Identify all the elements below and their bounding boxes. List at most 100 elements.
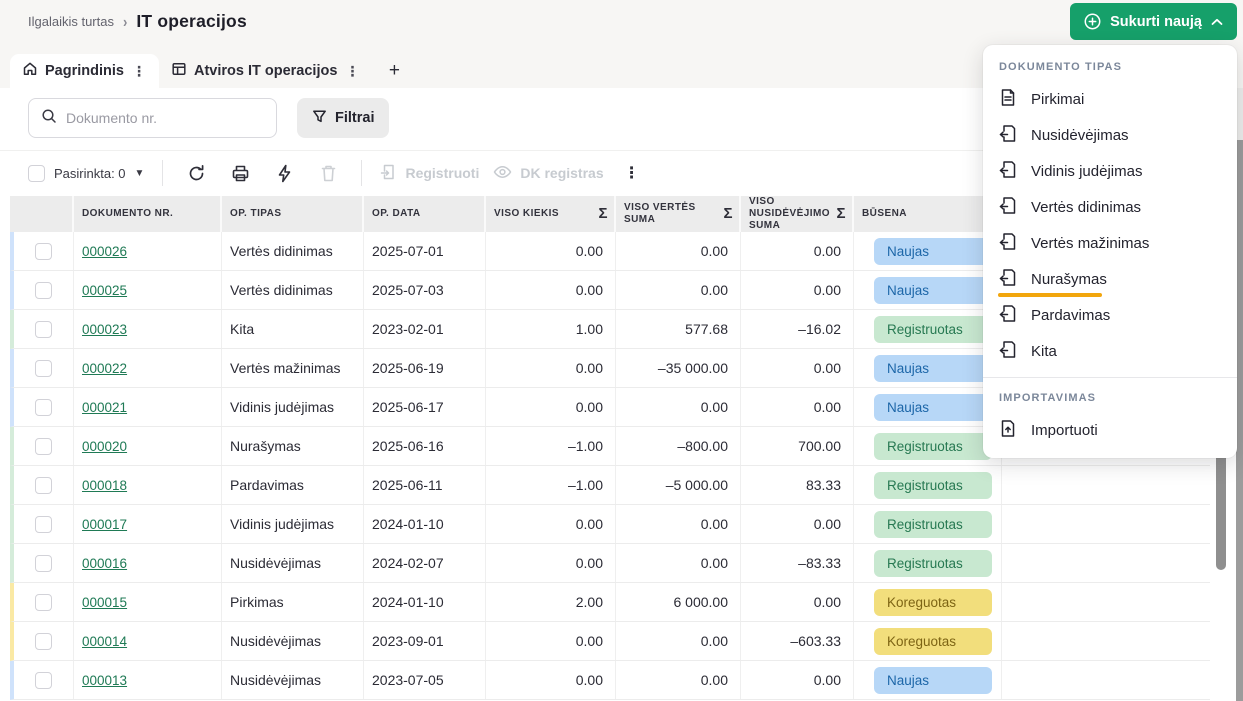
zap-button[interactable] — [269, 158, 299, 188]
tab-pagrindinis[interactable]: Pagrindinis ⋮ — [10, 54, 159, 88]
document-number-link[interactable]: 000022 — [82, 361, 127, 376]
document-sign-icon — [999, 232, 1017, 255]
selected-count-label: Pasirinkta: 0 — [54, 166, 126, 181]
document-number-link[interactable]: 000018 — [82, 478, 127, 493]
chevron-down-icon: ▼ — [135, 168, 145, 179]
op-type-cell: Vertės didinimas — [222, 232, 364, 270]
row-checkbox[interactable] — [35, 282, 52, 299]
document-number-link[interactable]: 000021 — [82, 400, 127, 415]
menu-item-nurašymas[interactable]: Nurašymas — [983, 261, 1237, 297]
op-type-cell: Vertės didinimas — [222, 271, 364, 309]
register-button[interactable]: Registruoti — [380, 163, 479, 184]
row-checkbox[interactable] — [35, 438, 52, 455]
tab-menu-icon[interactable]: ⋮ — [131, 63, 147, 80]
row-checkbox[interactable] — [35, 633, 52, 650]
divider — [162, 160, 163, 186]
tab-atviros-it-operacijos[interactable]: Atviros IT operacijos ⋮ — [159, 54, 372, 88]
table-row[interactable]: 000017 Vidinis judėjimas 2024-01-10 0.00… — [10, 505, 1210, 544]
column-header-number[interactable]: Dokumento nr. — [74, 196, 222, 232]
op-type-cell: Nusidėvėjimas — [222, 544, 364, 582]
sum-icon[interactable]: Σ — [599, 208, 608, 220]
document-number-link[interactable]: 000020 — [82, 439, 127, 454]
menu-item-label: Pardavimas — [1031, 307, 1110, 324]
row-checkbox[interactable] — [35, 243, 52, 260]
menu-item-nusidėvėjimas[interactable]: Nusidėvėjimas — [983, 117, 1237, 153]
column-header-status[interactable]: Būsena — [854, 196, 1002, 232]
column-header-qty[interactable]: Viso kiekisΣ — [486, 196, 616, 232]
document-sign-icon — [999, 304, 1017, 327]
menu-item-pardavimas[interactable]: Pardavimas — [983, 297, 1237, 333]
row-checkbox[interactable] — [35, 555, 52, 572]
qty-cell: 2.00 — [486, 583, 616, 621]
column-header-depr_sum[interactable]: Viso nusidėvėjimo sumaΣ — [741, 196, 854, 232]
status-badge: Registruotas — [874, 433, 992, 460]
op-type-cell: Vertės mažinimas — [222, 349, 364, 387]
qty-cell: 0.00 — [486, 349, 616, 387]
create-new-button[interactable]: Sukurti naują — [1070, 3, 1237, 40]
menu-item-pirkimai[interactable]: Pirkimai — [983, 81, 1237, 117]
row-checkbox[interactable] — [35, 321, 52, 338]
page-vertical-scrollbar[interactable] — [1236, 140, 1243, 701]
breadcrumb-parent-link[interactable]: Ilgalaikis turtas — [28, 14, 114, 29]
tab-label: Atviros IT operacijos — [194, 63, 337, 79]
sum-icon[interactable]: Σ — [724, 208, 733, 220]
document-number-link[interactable]: 000017 — [82, 517, 127, 532]
dk-register-label: DK registras — [520, 165, 603, 181]
row-checkbox[interactable] — [35, 477, 52, 494]
print-button[interactable] — [225, 158, 255, 188]
select-all-checkbox[interactable] — [28, 165, 45, 182]
table-row[interactable]: 000014 Nusidėvėjimas 2023-09-01 0.00 0.0… — [10, 622, 1210, 661]
home-icon — [22, 61, 38, 81]
qty-cell: –1.00 — [486, 466, 616, 504]
document-number-link[interactable]: 000023 — [82, 322, 127, 337]
tab-menu-icon[interactable]: ⋮ — [344, 63, 360, 80]
document-number-link[interactable]: 000025 — [82, 283, 127, 298]
column-header-value_sum[interactable]: Viso vertės sumaΣ — [616, 196, 741, 232]
menu-item-label: Vidinis judėjimas — [1031, 163, 1142, 180]
filters-button[interactable]: Filtrai — [297, 98, 389, 138]
document-sign-icon — [999, 340, 1017, 363]
op-type-cell: Nusidėvėjimas — [222, 661, 364, 699]
document-sign-icon — [380, 163, 397, 184]
row-checkbox[interactable] — [35, 516, 52, 533]
document-number-link[interactable]: 000016 — [82, 556, 127, 571]
op-type-cell: Vidinis judėjimas — [222, 505, 364, 543]
more-actions-button[interactable]: ⋮ — [618, 163, 646, 183]
depreciation-sum-cell: 83.33 — [741, 466, 854, 504]
refresh-button[interactable] — [181, 158, 211, 188]
column-header-date[interactable]: Op. data — [364, 196, 486, 232]
menu-item-vertės-mažinimas[interactable]: Vertės mažinimas — [983, 225, 1237, 261]
depreciation-sum-cell: 0.00 — [741, 505, 854, 543]
row-checkbox[interactable] — [35, 594, 52, 611]
sum-icon[interactable]: Σ — [837, 208, 846, 220]
table-row[interactable]: 000013 Nusidėvėjimas 2023-07-05 0.00 0.0… — [10, 661, 1210, 700]
row-checkbox[interactable] — [35, 672, 52, 689]
op-date-cell: 2025-06-11 — [364, 466, 486, 504]
menu-item-importuoti[interactable]: Importuoti — [983, 412, 1237, 448]
add-tab-button[interactable]: + — [372, 54, 416, 88]
column-header-type[interactable]: Op. tipas — [222, 196, 364, 232]
table-row[interactable]: 000018 Pardavimas 2025-06-11 –1.00 –5 00… — [10, 466, 1210, 505]
menu-item-kita[interactable]: Kita — [983, 333, 1237, 369]
document-number-link[interactable]: 000015 — [82, 595, 127, 610]
delete-button[interactable] — [313, 158, 343, 188]
table-row[interactable]: 000016 Nusidėvėjimas 2024-02-07 0.00 0.0… — [10, 544, 1210, 583]
table-row[interactable]: 000015 Pirkimas 2024-01-10 2.00 6 000.00… — [10, 583, 1210, 622]
dk-register-button[interactable]: DK registras — [493, 165, 603, 182]
menu-item-label: Nusidėvėjimas — [1031, 127, 1129, 144]
menu-item-vidinis-judėjimas[interactable]: Vidinis judėjimas — [983, 153, 1237, 189]
document-lines-icon — [999, 88, 1017, 111]
status-badge: Registruotas — [874, 550, 992, 577]
document-number-link[interactable]: 000026 — [82, 244, 127, 259]
status-badge: Registruotas — [874, 316, 992, 343]
menu-item-vertės-didinimas[interactable]: Vertės didinimas — [983, 189, 1237, 225]
row-checkbox[interactable] — [35, 399, 52, 416]
row-checkbox[interactable] — [35, 360, 52, 377]
select-all-control[interactable]: Pasirinkta: 0 ▼ — [28, 165, 144, 182]
menu-item-label: Kita — [1031, 343, 1057, 360]
document-number-link[interactable]: 000013 — [82, 673, 127, 688]
search-input[interactable] — [66, 110, 264, 126]
depreciation-sum-cell: 0.00 — [741, 271, 854, 309]
document-number-link[interactable]: 000014 — [82, 634, 127, 649]
op-type-cell: Pirkimas — [222, 583, 364, 621]
